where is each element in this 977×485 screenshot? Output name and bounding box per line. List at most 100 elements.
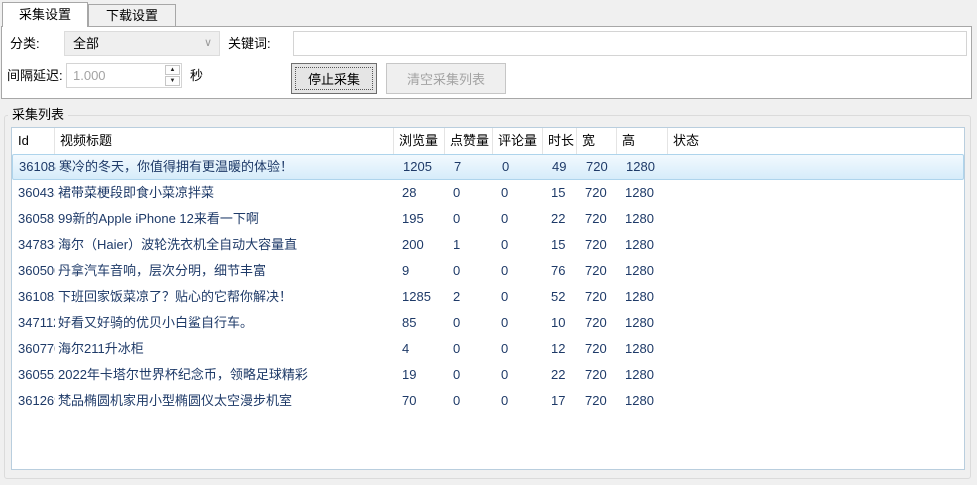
cell-title: 丹拿汽车音响，层次分明，细节丰富 [55,258,394,284]
collect-settings-panel: 分类: 全部 ∨ 关键词: 间隔延迟: 1.000 ▲ ▼ 秒 停止采集 清空采… [1,26,972,99]
cell-height: 1280 [617,388,668,414]
category-select[interactable]: 全部 ∨ [64,31,220,56]
cell-duration: 49 [544,155,578,179]
cell-id: 360552593 [12,362,55,388]
table-row[interactable]: 360500064 丹拿汽车音响，层次分明，细节丰富 9 0 0 76 720 … [12,258,964,284]
column-header-duration[interactable]: 时长 [543,128,577,154]
delay-unit-label: 秒 [190,63,203,88]
cell-comments: 0 [493,258,543,284]
cell-views: 1205 [395,155,446,179]
cell-views: 9 [394,258,445,284]
cell-likes: 0 [445,180,493,206]
delay-stepper[interactable]: 1.000 ▲ ▼ [66,63,182,88]
column-header-width[interactable]: 宽 [577,128,617,154]
stop-collect-button[interactable]: 停止采集 [291,63,377,94]
spinner-up-button[interactable]: ▲ [165,65,180,75]
table-row[interactable]: 360770635 海尔211升冰柜 4 0 0 12 720 1280 [12,336,964,362]
cell-height: 1280 [617,206,668,232]
table-row[interactable]: 360435627 裙带菜梗段即食小菜凉拌菜 28 0 0 15 720 128… [12,180,964,206]
cell-width: 720 [577,206,617,232]
cell-likes: 2 [445,284,493,310]
tab-collect-settings[interactable]: 采集设置 [2,2,88,27]
cell-title: 海尔（Haier）波轮洗衣机全自动大容量直 [55,232,394,258]
table-row[interactable]: 347112324 好看又好骑的优贝小白鲨自行车。 85 0 0 10 720 … [12,310,964,336]
cell-title: 梵品椭圆机家用小型椭圆仪太空漫步机室 [55,388,394,414]
cell-title: 下班回家饭菜凉了？贴心的它帮你解决！ [55,284,394,310]
cell-height: 1280 [617,180,668,206]
cell-status [668,388,964,414]
category-selected-value: 全部 [73,36,99,51]
cell-id: 347838888 [12,232,55,258]
cell-title: 海尔211升冰柜 [55,336,394,362]
keyword-label: 关键词: [228,31,271,56]
table-row[interactable]: 361088440 寒冷的冬天，你值得拥有更温暖的体验！ 1205 7 0 49… [12,154,964,180]
cell-likes: 0 [445,206,493,232]
cell-likes: 0 [445,388,493,414]
tab-download-settings[interactable]: 下载设置 [88,4,176,26]
cell-title: 2022年卡塔尔世界杯纪念币，领略足球精彩 [55,362,394,388]
table-body: 361088440 寒冷的冬天，你值得拥有更温暖的体验！ 1205 7 0 49… [12,154,964,414]
collect-list-group-title: 采集列表 [8,107,68,123]
cell-duration: 22 [543,206,577,232]
cell-views: 70 [394,388,445,414]
cell-id: 360500064 [12,258,55,284]
cell-title: 99新的Apple iPhone 12来看一下啊 [55,206,394,232]
cell-duration: 17 [543,388,577,414]
column-header-height[interactable]: 高 [617,128,668,154]
cell-status [668,310,964,336]
category-label: 分类: [10,31,40,56]
spinner-down-icon: ▼ [170,78,176,84]
cell-height: 1280 [617,362,668,388]
cell-duration: 10 [543,310,577,336]
cell-status [668,232,964,258]
table-row[interactable]: 360552593 2022年卡塔尔世界杯纪念币，领略足球精彩 19 0 0 2… [12,362,964,388]
cell-comments: 0 [493,206,543,232]
cell-likes: 7 [446,155,494,179]
cell-comments: 0 [493,336,543,362]
column-header-id[interactable]: Id [12,128,55,154]
delay-spinner: ▲ ▼ [165,65,180,86]
spinner-up-icon: ▲ [170,67,176,73]
cell-likes: 0 [445,310,493,336]
cell-comments: 0 [493,388,543,414]
column-header-comments[interactable]: 评论量 [493,128,543,154]
table-row[interactable]: 361082592 下班回家饭菜凉了？贴心的它帮你解决！ 1285 2 0 52… [12,284,964,310]
cell-views: 85 [394,310,445,336]
cell-id: 360770635 [12,336,55,362]
clear-list-button: 清空采集列表 [386,63,506,94]
table-row[interactable]: 347838888 海尔（Haier）波轮洗衣机全自动大容量直 200 1 0 … [12,232,964,258]
cell-likes: 0 [445,336,493,362]
spinner-down-button[interactable]: ▼ [165,76,180,86]
keyword-input[interactable] [293,31,967,56]
cell-duration: 76 [543,258,577,284]
cell-duration: 52 [543,284,577,310]
cell-comments: 0 [493,310,543,336]
cell-width: 720 [577,284,617,310]
cell-id: 360435627 [12,180,55,206]
cell-duration: 22 [543,362,577,388]
cell-duration: 15 [543,180,577,206]
cell-comments: 0 [493,284,543,310]
cell-status [668,336,964,362]
column-header-likes[interactable]: 点赞量 [445,128,493,154]
cell-comments: 0 [493,362,543,388]
cell-views: 19 [394,362,445,388]
cell-height: 1280 [617,258,668,284]
cell-id: 347112324 [12,310,55,336]
cell-title: 好看又好骑的优贝小白鲨自行车。 [55,310,394,336]
collect-list-table[interactable]: Id 视频标题 浏览量 点赞量 评论量 时长 宽 高 状态 361088440 … [11,127,965,470]
delay-value: 1.000 [73,64,106,87]
table-header: Id 视频标题 浏览量 点赞量 评论量 时长 宽 高 状态 [12,128,964,154]
cell-width: 720 [577,336,617,362]
table-row[interactable]: 361269614 梵品椭圆机家用小型椭圆仪太空漫步机室 70 0 0 17 7… [12,388,964,414]
table-row[interactable]: 360585865 99新的Apple iPhone 12来看一下啊 195 0… [12,206,964,232]
cell-id: 361269614 [12,388,55,414]
cell-status [668,362,964,388]
cell-comments: 0 [493,232,543,258]
cell-status [669,155,963,179]
column-header-status[interactable]: 状态 [668,128,964,154]
column-header-title[interactable]: 视频标题 [55,128,394,154]
app-window: 采集设置 下载设置 分类: 全部 ∨ 关键词: 间隔延迟: 1.000 ▲ ▼ … [0,0,977,485]
column-header-views[interactable]: 浏览量 [394,128,445,154]
cell-views: 28 [394,180,445,206]
